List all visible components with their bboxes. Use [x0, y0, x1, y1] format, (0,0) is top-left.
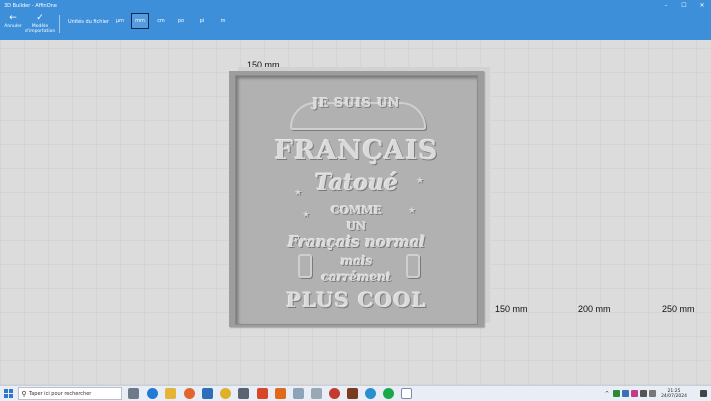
model-text-line3: Tatoué — [314, 170, 399, 196]
undo-button[interactable]: ← Annuler — [3, 13, 23, 29]
import-model-button[interactable]: ✓ Modèle d'importation — [25, 13, 55, 34]
taskbar: ⚲ Taper ici pour rechercher ^ 21:25 24/0… — [0, 385, 711, 401]
plate-engraved-surface: JE SUIS UN FRANÇAIS Tatoué ★ ★ ★ ★ COMME… — [235, 75, 478, 325]
model-text-line2: FRANÇAIS — [274, 136, 439, 166]
clock[interactable]: 21:25 24/07/2024 — [661, 389, 687, 399]
tray-icon[interactable] — [622, 390, 630, 397]
unit-foot-button[interactable]: pi — [193, 13, 211, 29]
tray-icon[interactable] — [631, 390, 639, 397]
app-icon[interactable] — [275, 388, 286, 399]
app-icon[interactable] — [238, 388, 249, 399]
model-text-line6: Français normal — [287, 233, 426, 251]
undo-label: Annuler — [4, 24, 22, 29]
windows-start-icon[interactable] — [4, 389, 13, 398]
star-icon: ★ — [416, 176, 425, 186]
close-button[interactable]: ✕ — [693, 0, 711, 11]
units-label: Unités du fichier — [68, 19, 109, 25]
edge-browser-icon[interactable] — [147, 388, 158, 399]
dimension-label-200: 200 mm — [578, 304, 611, 314]
notification-icon[interactable] — [700, 390, 707, 397]
back-arrow-icon: ← — [9, 13, 17, 23]
task-view-icon[interactable] — [128, 388, 139, 399]
window-title: 3D Builder - AffinOne — [4, 3, 57, 9]
import-model-label: Modèle d'importation — [24, 24, 56, 34]
checkmark-icon: ✓ — [36, 13, 44, 23]
chrome-icon[interactable] — [220, 388, 231, 399]
model-text-line8: carrément — [321, 270, 392, 284]
model-text-line1: JE SUIS UN — [312, 96, 401, 110]
unit-inch-button[interactable]: po — [172, 13, 190, 29]
dimension-label-150: 150 mm — [495, 304, 528, 314]
search-icon: ⚲ — [21, 389, 27, 398]
ribbon-divider — [59, 15, 60, 33]
app-icon[interactable] — [365, 388, 376, 399]
app-icon[interactable] — [257, 388, 268, 399]
window-controls: – ☐ ✕ — [657, 0, 711, 11]
app-icon[interactable] — [383, 388, 394, 399]
unit-centimeter-button[interactable]: cm — [152, 13, 170, 29]
ribbon-toolbar: ← Annuler ✓ Modèle d'importation Unités … — [0, 11, 711, 40]
file-explorer-icon[interactable] — [165, 388, 176, 399]
model-text-line5: UN — [346, 220, 367, 233]
unit-micrometer-button[interactable]: µm — [111, 13, 129, 29]
app-icon[interactable] — [329, 388, 340, 399]
search-placeholder: Taper ici pour rechercher — [29, 390, 92, 397]
star-icon: ★ — [294, 188, 303, 198]
3d-builder-taskbar-icon[interactable] — [401, 388, 412, 399]
minimize-button[interactable]: – — [657, 0, 675, 11]
maximize-button[interactable]: ☐ — [675, 0, 693, 11]
app-icon[interactable] — [347, 388, 358, 399]
model-text-line9: PLUS COOL — [286, 288, 427, 312]
app-icon[interactable] — [293, 388, 304, 399]
network-icon[interactable] — [640, 390, 648, 397]
3d-model-plate[interactable]: JE SUIS UN FRANÇAIS Tatoué ★ ★ ★ ★ COMME… — [229, 71, 484, 327]
chevron-up-icon[interactable]: ^ — [605, 391, 609, 397]
system-tray: ^ 21:25 24/07/2024 — [605, 387, 711, 400]
unit-meter-button[interactable]: m — [214, 13, 232, 29]
taskbar-search-box[interactable]: ⚲ Taper ici pour rechercher — [18, 387, 122, 400]
tray-icon[interactable] — [613, 390, 621, 397]
unit-millimeter-button[interactable]: mm — [131, 13, 149, 29]
model-text-line7: mais — [340, 254, 373, 268]
clock-date: 24/07/2024 — [661, 393, 687, 399]
title-bar: 3D Builder - AffinOne – ☐ ✕ — [0, 0, 711, 11]
firefox-icon[interactable] — [184, 388, 195, 399]
dimension-label-250: 250 mm — [662, 304, 695, 314]
volume-icon[interactable] — [649, 390, 657, 397]
app-icon[interactable] — [311, 388, 322, 399]
mail-icon[interactable] — [202, 388, 213, 399]
model-text-line4: COMME — [330, 204, 383, 217]
